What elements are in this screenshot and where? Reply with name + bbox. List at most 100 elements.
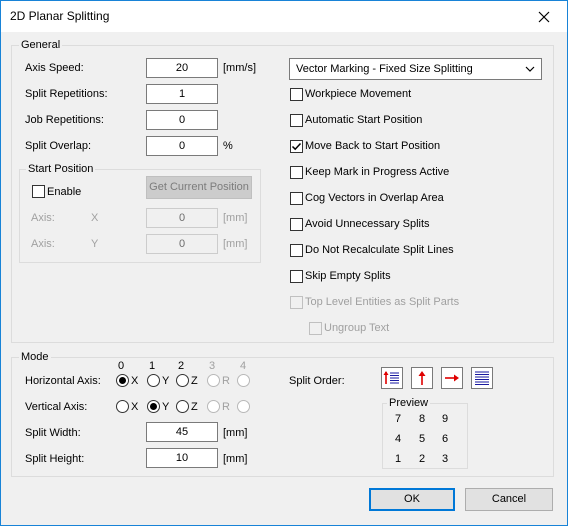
option-checkbox-7[interactable] [290, 270, 303, 283]
axis-index-3: 3 [209, 360, 216, 372]
split-width-unit: [mm] [223, 427, 248, 439]
horizontal-axis-radio-label-3: R [222, 375, 230, 387]
axis-y-unit: [mm] [223, 238, 248, 250]
horizontal-axis-label: Horizontal Axis: [25, 375, 101, 387]
option-label-5: Avoid Unnecessary Splits [305, 218, 430, 230]
splitting-mode-value: Vector Marking - Fixed Size Splitting [296, 63, 473, 75]
axis-index-1: 1 [149, 360, 156, 372]
axis-x-input[interactable]: 0 [146, 208, 218, 228]
get-current-position-button[interactable]: Get Current Position [146, 176, 252, 199]
split-order-rows-up-button[interactable] [381, 367, 403, 389]
split-repetitions-label: Split Repetitions: [25, 88, 108, 100]
preview-cell: 6 [441, 433, 449, 445]
checkmark-icon [291, 142, 302, 151]
split-order-lines-button[interactable] [471, 367, 493, 389]
horizontal-axis-radio-4[interactable] [237, 374, 250, 387]
option-label-3: Keep Mark in Progress Active [305, 166, 450, 178]
option-checkbox-2[interactable] [290, 140, 303, 153]
axis-y-label: Axis: [31, 238, 55, 250]
option-label-0: Workpiece Movement [305, 88, 412, 100]
vertical-axis-radio-4[interactable] [237, 400, 250, 413]
horizontal-axis-radio-label-1: Y [162, 375, 170, 387]
option-checkbox-3[interactable] [290, 166, 303, 179]
cancel-button[interactable]: Cancel [465, 488, 553, 511]
split-width-input[interactable]: 45 [146, 422, 218, 442]
vertical-axis-radio-0[interactable] [116, 400, 129, 413]
option-checkbox-9[interactable] [309, 322, 322, 335]
axis-x-unit: [mm] [223, 212, 248, 224]
vertical-axis-label: Vertical Axis: [25, 401, 88, 413]
right-arrow-icon [445, 374, 459, 382]
split-overlap-label: Split Overlap: [25, 140, 92, 152]
split-repetitions-input[interactable]: 1 [146, 84, 218, 104]
vertical-axis-radio-label-2: Z [191, 401, 198, 413]
axis-y-input[interactable]: 0 [146, 234, 218, 254]
horizontal-axis-radio-label-2: Z [191, 375, 198, 387]
dialog-window: 2D Planar Splitting General Axis Speed: … [0, 0, 568, 526]
axis-x-label: Axis: [31, 212, 55, 224]
axis-index-0: 0 [118, 360, 125, 372]
option-label-8: Top Level Entities as Split Parts [305, 296, 460, 308]
horizontal-axis-radio-1[interactable] [147, 374, 160, 387]
split-overlap-unit: % [223, 140, 233, 152]
horizontal-axis-radio-3[interactable] [207, 374, 220, 387]
window-title: 2D Planar Splitting [10, 9, 110, 23]
preview-cell: 4 [394, 433, 402, 445]
option-label-4: Cog Vectors in Overlap Area [305, 192, 444, 204]
vertical-axis-radio-1[interactable] [147, 400, 160, 413]
split-width-label: Split Width: [25, 427, 81, 439]
option-label-2: Move Back to Start Position [305, 140, 441, 152]
start-position-group-label: Start Position [26, 163, 96, 175]
job-repetitions-label: Job Repetitions: [25, 114, 104, 126]
option-checkbox-8[interactable] [290, 296, 303, 309]
option-checkbox-1[interactable] [290, 114, 303, 127]
axis-index-4: 4 [240, 360, 247, 372]
option-checkbox-5[interactable] [290, 218, 303, 231]
preview-cell: 9 [441, 413, 449, 425]
split-height-label: Split Height: [25, 453, 85, 465]
option-checkbox-4[interactable] [290, 192, 303, 205]
split-order-right-button[interactable] [441, 367, 463, 389]
horizontal-axis-radio-2[interactable] [176, 374, 189, 387]
preview-cell: 8 [418, 413, 426, 425]
preview-cell: 2 [418, 453, 426, 465]
up-arrow-icon [418, 371, 426, 385]
option-checkbox-0[interactable] [290, 88, 303, 101]
vertical-axis-radio-3[interactable] [207, 400, 220, 413]
split-order-label: Split Order: [289, 375, 345, 387]
axis-index-2: 2 [178, 360, 185, 372]
enable-checkbox-label: Enable [47, 186, 82, 198]
job-repetitions-input[interactable]: 0 [146, 110, 218, 130]
chevron-down-icon [525, 66, 535, 72]
option-label-9: Ungroup Text [324, 322, 390, 334]
close-icon [538, 11, 550, 22]
axis-speed-input[interactable]: 20 [146, 58, 218, 78]
horizontal-axis-radio-0[interactable] [116, 374, 129, 387]
close-button[interactable] [521, 1, 567, 32]
splitting-mode-select[interactable]: Vector Marking - Fixed Size Splitting [289, 58, 542, 80]
option-label-7: Skip Empty Splits [305, 270, 391, 282]
mode-group-label: Mode [19, 351, 51, 363]
axis-speed-unit: [mm/s] [223, 62, 256, 74]
axis-x-letter: X [91, 212, 99, 224]
preview-cell: 3 [441, 453, 449, 465]
lines-up-arrow-icon [383, 371, 399, 384]
axis-speed-label: Axis Speed: [25, 62, 84, 74]
axis-y-letter: Y [91, 238, 99, 250]
preview-cell: 7 [394, 413, 402, 425]
split-overlap-input[interactable]: 0 [146, 136, 218, 156]
title-bar: 2D Planar Splitting [1, 1, 567, 32]
preview-cell: 5 [418, 433, 426, 445]
vertical-axis-radio-label-0: X [131, 401, 139, 413]
split-height-unit: [mm] [223, 453, 248, 465]
vertical-axis-radio-2[interactable] [176, 400, 189, 413]
ok-button[interactable]: OK [369, 488, 455, 511]
split-height-input[interactable]: 10 [146, 448, 218, 468]
general-group-label: General [19, 39, 63, 51]
horizontal-axis-radio-label-0: X [131, 375, 139, 387]
option-checkbox-6[interactable] [290, 244, 303, 257]
vertical-axis-radio-label-3: R [222, 401, 230, 413]
lines-icon [475, 371, 489, 385]
enable-checkbox[interactable] [32, 185, 45, 198]
split-order-up-button[interactable] [411, 367, 433, 389]
